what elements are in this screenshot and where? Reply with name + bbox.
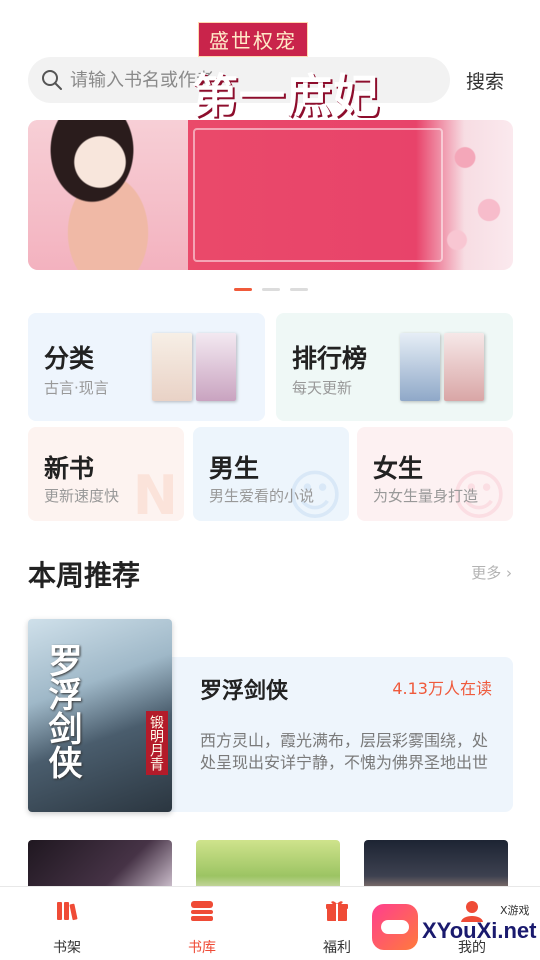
featured-book-description: 西方灵山，霞光满布，层层彩雾围绕，处处呈现出安详宁静，不愧为佛界圣地出世 xyxy=(200,731,489,772)
banner-subtitle: 盛世权宠 xyxy=(198,22,308,57)
banner-dot[interactable] xyxy=(262,288,280,291)
tab-welfare[interactable]: 福利 xyxy=(297,899,377,957)
banner-flowers-image xyxy=(433,120,513,270)
banner-pagination xyxy=(234,288,308,291)
tab-label: 书库 xyxy=(188,940,216,956)
featured-book-cover[interactable]: 罗浮剑侠 锻明月青 xyxy=(28,619,172,812)
card-background-glyph: N xyxy=(132,464,178,521)
card-title: 女生 xyxy=(373,454,424,483)
search-icon xyxy=(42,70,62,90)
book-thumbnail xyxy=(444,333,484,401)
more-link[interactable]: 更多 › xyxy=(471,562,512,583)
card-title: 分类 xyxy=(44,344,95,373)
card-title: 男生 xyxy=(209,454,260,483)
book-thumbnail xyxy=(400,333,440,401)
category-card-female[interactable]: ☺ 女生 为女生量身打造 xyxy=(357,427,513,521)
bookshelf-icon xyxy=(57,902,78,921)
section-title: 本周推荐 xyxy=(28,559,141,592)
promo-banner[interactable] xyxy=(28,120,513,270)
tab-library[interactable]: 书库 xyxy=(162,899,242,957)
cover-title: 罗浮剑侠 xyxy=(42,643,82,779)
category-card-classify[interactable]: 分类 古言·现言 xyxy=(28,313,265,421)
card-subtitle: 古言·现言 xyxy=(44,379,109,397)
card-subtitle: 为女生量身打造 xyxy=(373,487,479,505)
featured-book-readers: 4.13万人在读 xyxy=(392,679,492,698)
card-subtitle: 每天更新 xyxy=(292,379,353,397)
featured-book-title[interactable]: 罗浮剑侠 xyxy=(200,673,288,705)
book-thumbnail xyxy=(152,333,192,401)
category-card-new-books[interactable]: N 新书 更新速度快 xyxy=(28,427,184,521)
search-button[interactable]: 搜索 xyxy=(466,67,504,94)
category-card-male[interactable]: ☺ 男生 男生爱看的小说 xyxy=(193,427,349,521)
banner-dot[interactable] xyxy=(290,288,308,291)
cover-author: 锻明月青 xyxy=(146,711,168,775)
card-subtitle: 男生爱看的小说 xyxy=(209,487,315,505)
tab-label: 福利 xyxy=(323,940,351,956)
library-icon xyxy=(191,901,213,921)
card-subtitle: 更新速度快 xyxy=(44,487,120,505)
banner-title: 第一庶妃 xyxy=(192,69,380,123)
watermark-logo-icon xyxy=(372,904,418,950)
watermark-subtitle: X游戏 xyxy=(500,904,530,917)
card-title: 新书 xyxy=(44,454,95,483)
tab-label: 书架 xyxy=(53,940,81,956)
banner-frame xyxy=(193,128,443,262)
card-title: 排行榜 xyxy=(292,344,368,373)
watermark: X游戏 XYouXi.net xyxy=(372,898,537,954)
banner-character-image xyxy=(28,120,188,270)
banner-dot-active[interactable] xyxy=(234,288,252,291)
watermark-brand: XYouXi.net xyxy=(422,918,537,943)
book-thumbnail xyxy=(196,333,236,401)
category-card-ranking[interactable]: 排行榜 每天更新 xyxy=(276,313,513,421)
gift-icon xyxy=(326,901,348,921)
tab-bookshelf[interactable]: 书架 xyxy=(27,899,107,957)
